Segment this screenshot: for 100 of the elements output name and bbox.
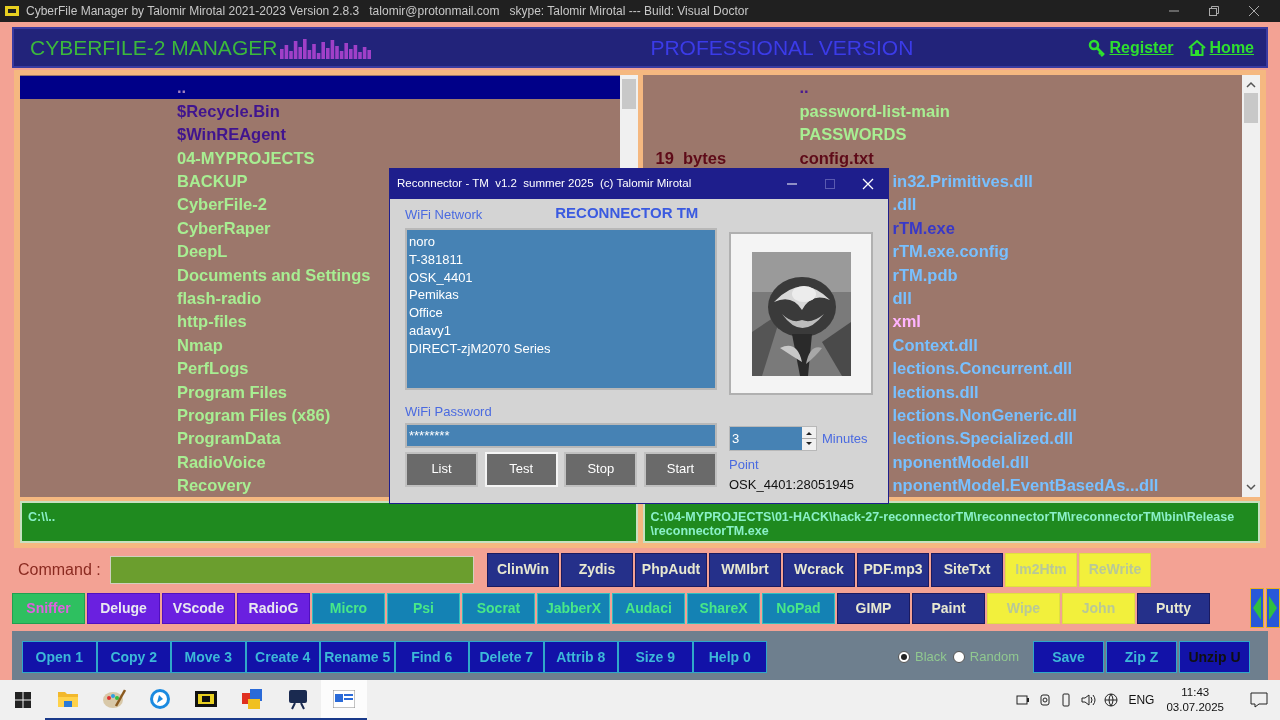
file-name[interactable]: 04-MYPROJECTS [177,149,315,167]
close-icon[interactable] [1248,5,1260,17]
network-item[interactable]: T-381811 [409,250,715,269]
function-button[interactable]: Create 4 [245,641,320,673]
tool-button[interactable]: RadioG [237,592,310,624]
file-name[interactable]: .dll [892,196,917,213]
tool-button[interactable]: WMIbrt [709,552,781,587]
dialog-button[interactable]: List [405,451,478,487]
battery-icon[interactable] [1016,693,1031,707]
tool-button[interactable]: ClinWin [487,552,559,587]
tool-button[interactable]: Zydis [561,552,633,587]
function-button[interactable]: Attrib 8 [543,641,618,673]
function-button[interactable]: Delete 7 [469,641,544,673]
tool-button[interactable]: PDF.mp3 [857,552,929,587]
tool-button[interactable]: Putty [1137,592,1210,624]
function-button[interactable]: Rename 5 [320,641,395,673]
scroll-thumb[interactable] [621,79,636,109]
file-name[interactable]: BACKUP [177,173,248,190]
file-name[interactable]: rTM.exe.config [892,243,1009,260]
file-name[interactable]: rTM.exe [892,219,955,237]
file-name[interactable]: PASSWORDS [799,126,907,143]
file-name[interactable]: lections.Concurrent.dll [892,360,1073,377]
mode-radio[interactable]: Random [952,647,1019,667]
camera-icon[interactable] [1038,693,1053,707]
tool-button[interactable]: JabberX [537,592,610,624]
scroll-up-icon[interactable] [1246,81,1256,89]
file-name[interactable]: DeepL [177,243,228,260]
number-spinner[interactable]: 3 [729,426,817,451]
tool-button[interactable]: NoPad [762,592,835,624]
mode-radio[interactable]: Black [898,647,947,667]
file-name[interactable]: PerfLogs [177,360,249,377]
taskbar-app[interactable] [321,680,367,720]
tool-button[interactable]: Socrat [462,592,535,624]
tool-button[interactable]: ShareX [687,592,760,624]
network-list[interactable]: noro T-381811 OSK_4401 Pemikas Office adavy1 DIRECT-zjM2070 Series [405,228,717,390]
action-button[interactable]: Save [1033,641,1104,673]
file-name[interactable]: Documents and Settings [177,266,371,284]
tool-button[interactable]: Micro [312,592,385,624]
file-name[interactable]: Nmap [177,336,223,354]
left-arrow-button[interactable] [1250,588,1264,628]
password-field[interactable]: ******** [405,422,717,448]
tool-button[interactable]: Psi [387,592,460,624]
file-name[interactable]: Recovery [177,477,252,494]
selected-file-row[interactable]: .. [20,76,620,100]
start-icon[interactable] [15,692,31,708]
network-item[interactable]: Office [409,304,715,322]
file-name[interactable]: CyberFile-2 [177,196,267,213]
file-name[interactable]: config.txt [799,149,874,167]
file-name[interactable]: lections.dll [892,383,979,400]
file-name[interactable]: lections.Specialized.dll [892,430,1074,447]
tool-button[interactable]: Deluge [87,592,160,624]
file-name[interactable]: ProgramData [177,430,281,447]
network-item[interactable]: Pemikas [409,286,715,305]
scrollbar[interactable] [1242,75,1260,497]
globe-icon[interactable] [1104,693,1119,707]
network-item[interactable]: OSK_4401 [409,268,715,287]
function-button[interactable]: Help 0 [692,641,767,673]
tool-button[interactable]: PhpAudt [635,552,707,587]
tool-button[interactable]: Wcrack [783,552,855,587]
right-arrow-button[interactable] [1266,588,1280,628]
file-name[interactable]: rTM.pdb [892,266,958,284]
file-name[interactable]: dll [892,289,912,307]
file-name[interactable]: Program Files [177,383,288,400]
file-name[interactable]: $Recycle.Bin [177,102,280,120]
action-button[interactable]: Zip Z [1106,641,1177,673]
file-name[interactable]: in32.Primitives.dll [892,173,1033,190]
tool-button[interactable]: SiteTxt [931,552,1003,587]
file-name[interactable]: $WinREAgent [177,126,286,143]
tool-button[interactable]: Paint [912,592,985,624]
function-button[interactable]: Copy 2 [96,641,171,673]
file-name[interactable]: xml [892,313,921,330]
function-button[interactable]: Open 1 [22,641,97,673]
file-name[interactable]: nponentModel.EventBasedAs...dll [892,477,1159,494]
file-name[interactable]: lections.NonGeneric.dll [892,406,1077,424]
header-link[interactable]: Home [1187,35,1254,60]
scroll-thumb[interactable] [1244,93,1258,123]
file-name[interactable]: flash-radio [177,289,262,307]
file-name[interactable]: .. [177,79,187,96]
usb-icon[interactable] [1060,693,1073,707]
tool-button[interactable]: Audaci [612,592,685,624]
header-link[interactable]: Register [1087,35,1174,60]
file-name[interactable]: Program Files (x86) [177,406,331,424]
file-name[interactable]: Context.dll [892,336,978,354]
clock-time[interactable]: 11:43 [1181,685,1210,700]
restore-icon[interactable] [1208,5,1220,17]
file-name[interactable]: .. [799,79,809,96]
notification-icon[interactable] [1250,692,1268,708]
file-name[interactable]: CyberRaper [177,219,271,237]
file-name[interactable]: password-list-main [799,102,950,120]
dialog-button[interactable]: Start [643,451,717,487]
file-name[interactable]: RadioVoice [177,453,266,471]
command-input[interactable] [110,555,474,584]
dialog-button[interactable]: Stop [564,451,638,487]
network-item[interactable]: noro [409,233,715,251]
file-name[interactable]: nponentModel.dll [892,453,1030,471]
network-item[interactable]: adavy1 [409,322,715,340]
function-button[interactable]: Size 9 [618,641,693,673]
dialog-button[interactable]: Test [484,451,558,487]
tool-button[interactable]: VScode [162,592,235,624]
spin-arrows-icon[interactable] [802,427,816,450]
